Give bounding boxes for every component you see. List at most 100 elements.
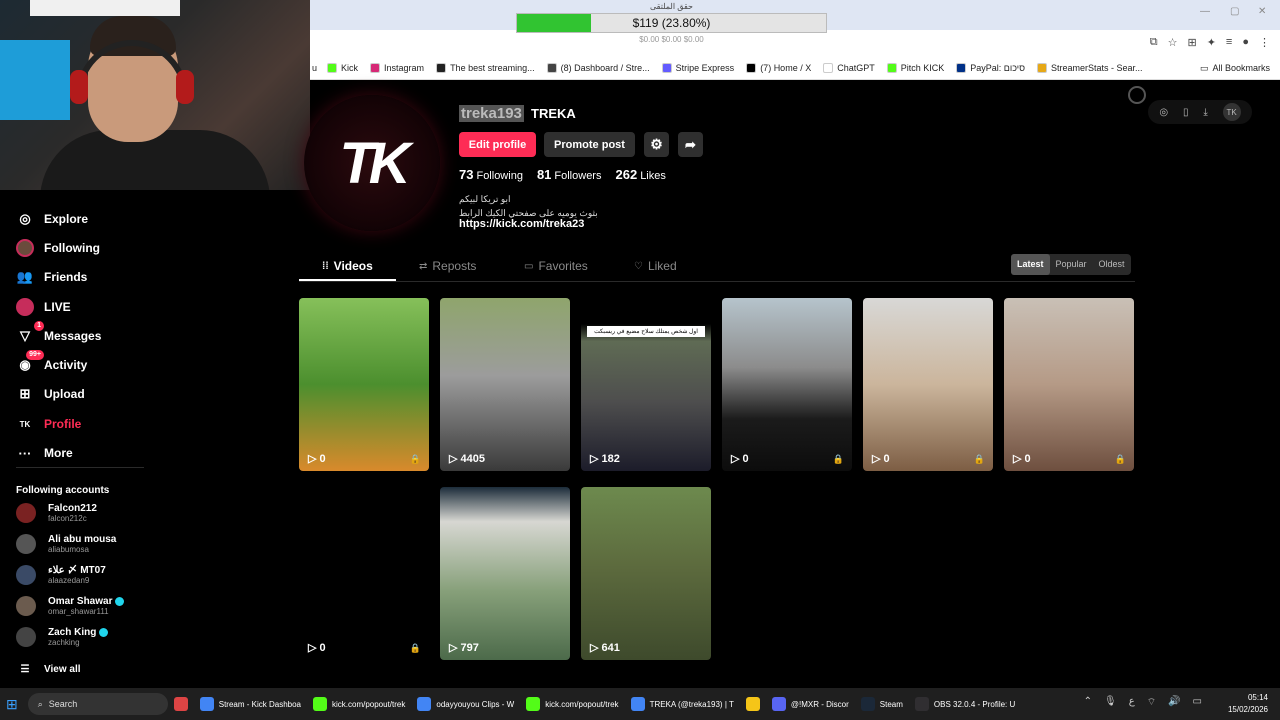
sidebar-item-activity[interactable]: ◉ 99+ Activity [16,350,87,374]
taskbar-app[interactable]: OBS 32.0.4 - Profile: U [909,688,1021,720]
following-account[interactable]: Falcon212 falcon212c [16,503,97,523]
bookmark-item[interactable]: The best streaming... [436,62,535,73]
puzzle-icon[interactable]: ✦ [1207,36,1216,49]
battery-icon[interactable]: ▭ [1193,696,1202,709]
play-icon: ▷ [590,642,599,654]
taskbar-app[interactable]: Steam [855,688,909,720]
bookmark-partial[interactable]: u [312,63,317,73]
view-count: ▷ 0 [308,641,326,655]
sidebar-item-friends[interactable]: 👥 Friends [16,268,87,286]
taskbar-app[interactable]: @!MXR - Discor [766,688,855,720]
taskbar-app[interactable]: odayyouyou Clips - W [411,688,520,720]
app-icon-generic[interactable] [168,688,194,720]
taskbar-app[interactable]: kick.com/popout/trek [307,688,411,720]
windows-logo-icon: ⊞ [6,695,18,712]
taskbar-search[interactable]: ⌕ Search [27,693,168,715]
video-thumbnail[interactable]: ▷ 797 [440,487,570,660]
tk-logo-icon[interactable]: TK [1222,103,1241,121]
tab-reposts[interactable]: ⇄ Reposts [419,259,476,273]
sidebar-divider [16,467,144,468]
share-icon[interactable]: ➦ [678,132,703,157]
star-icon[interactable]: ☆ [1168,36,1178,49]
bookmark-item[interactable]: Pitch KICK [886,62,944,73]
tab-label: Liked [647,259,677,273]
video-thumbnail[interactable]: ▷ 0 🔒 [1004,298,1134,471]
following-account[interactable]: Ali abu mousa aliabumosa [16,534,116,554]
sort-latest[interactable]: Latest [1011,254,1050,275]
sidebar-item-live[interactable]: LIVE [16,298,71,316]
chevron-up-icon[interactable]: ⌃ [1084,696,1092,709]
download-icon[interactable]: ⤓ [1203,107,1207,118]
following-stat[interactable]: 73 Following [459,167,523,182]
following-account[interactable]: علاء 〆 MT07 alaazedan9 [16,565,106,585]
view-all-link[interactable]: ☰ View all [16,660,81,678]
bookmark-item[interactable]: (8) Dashboard / Stre... [546,62,650,73]
sidebar-item-messages[interactable]: ▽ 1 Messages [16,321,101,345]
tiktok-tool-icon[interactable]: ◎ [1159,107,1168,118]
friends-icon: 👥 [16,269,34,284]
following-account[interactable]: Omar Shawar omar_shawar111 [16,596,125,616]
maximize-icon[interactable]: ▢ [1230,6,1239,17]
sidebar-item-more[interactable]: ··· More [16,444,73,462]
sort-popular[interactable]: Popular [1050,254,1093,275]
profile-link[interactable]: https://kick.com/treka23 [459,218,584,230]
edit-profile-button[interactable]: Edit profile [459,132,536,157]
tab-videos[interactable]: ⁞⁞ Videos [322,259,373,273]
bookmark-item[interactable]: Stripe Express [661,62,734,73]
video-thumbnail[interactable]: ▷ 4405 [440,298,570,471]
notification-badge: 99+ [26,350,44,360]
bookmark-item[interactable]: Instagram [370,62,424,73]
settings-gear-icon[interactable]: ⚙ [644,132,669,157]
video-thumbnail[interactable]: ▷ 0 🔒 [299,487,429,660]
all-bookmarks[interactable]: ▭ All Bookmarks [1200,56,1270,80]
app-icon [173,697,188,711]
sidebar-item-following[interactable]: Following [16,239,100,257]
language-indicator[interactable]: ع [1129,696,1135,709]
tab-favorites[interactable]: ▭ Favorites [524,259,588,273]
clock[interactable]: 05:14 15/02/2026 [1228,692,1268,716]
sidebar-item-upload[interactable]: ⊞ Upload [16,385,85,403]
minimize-icon[interactable]: — [1200,6,1210,17]
sort-oldest[interactable]: Oldest [1093,254,1131,275]
profile-avatar[interactable]: TK [304,95,440,231]
close-icon[interactable]: ✕ [1258,6,1266,17]
search-icon: ⌕ [37,698,43,709]
extensions-icon[interactable]: ⊞ [1187,36,1196,49]
following-account[interactable]: Zach King zachking [16,627,109,647]
video-thumbnail[interactable]: ▷ 0 🔒 [722,298,852,471]
taskbar-app[interactable]: TREKA (@treka193) | T [625,688,740,720]
taskbar-app[interactable] [740,688,766,720]
taskbar-app[interactable]: kick.com/popout/trek [520,688,624,720]
following-label: Following [476,170,523,182]
promote-post-button[interactable]: Promote post [544,132,635,157]
start-button[interactable]: ⊞ [0,688,24,720]
video-thumbnail[interactable]: اول شخص يمتلك سلاح مضيع في ريسبكت ▷ 182 [581,298,711,471]
wifi-icon[interactable]: ⌔ [1147,696,1156,709]
bookmark-item[interactable]: Kick [327,62,358,73]
video-thumbnail[interactable]: ▷ 0 🔒 [299,298,429,471]
loading-circle-icon [1128,86,1146,104]
taskbar-app[interactable]: Stream - Kick Dashboa [194,688,307,720]
followers-stat[interactable]: 81 Followers [537,167,602,182]
video-thumbnail[interactable]: ▷ 0 🔒 [863,298,993,471]
media-icon[interactable]: ≡ [1226,36,1232,49]
menu-icon[interactable]: ⋮ [1259,36,1270,49]
sidebar-item-profile[interactable]: TK Profile [16,415,82,433]
bookmark-item[interactable]: ChatGPT [823,62,875,73]
bookmark-favicon-icon [546,62,557,73]
bookmark-item[interactable]: StreamerStats - Sear... [1037,62,1143,73]
bookmark-item[interactable]: PayPal: סיכום [956,62,1025,73]
account-info: Ali abu mousa aliabumosa [48,534,116,554]
mic-icon[interactable]: 🎙 [1104,696,1117,709]
account-avatar-icon[interactable]: ● [1242,36,1249,49]
profile-icon: TK [19,419,31,429]
volume-icon[interactable]: 🔊 [1168,696,1180,709]
cast-icon[interactable]: ⧉ [1150,36,1158,49]
taskbar-app-label: @!MXR - Discor [790,699,849,709]
phone-icon[interactable]: ▯ [1183,107,1189,118]
video-thumbnail[interactable]: ▷ 641 [581,487,711,660]
tab-liked[interactable]: ♡ Liked [634,259,677,273]
bookmark-item[interactable]: (7) Home / X [746,62,811,73]
view-count: ▷ 641 [590,641,620,655]
sidebar-item-explore[interactable]: ◎ Explore [16,210,88,228]
